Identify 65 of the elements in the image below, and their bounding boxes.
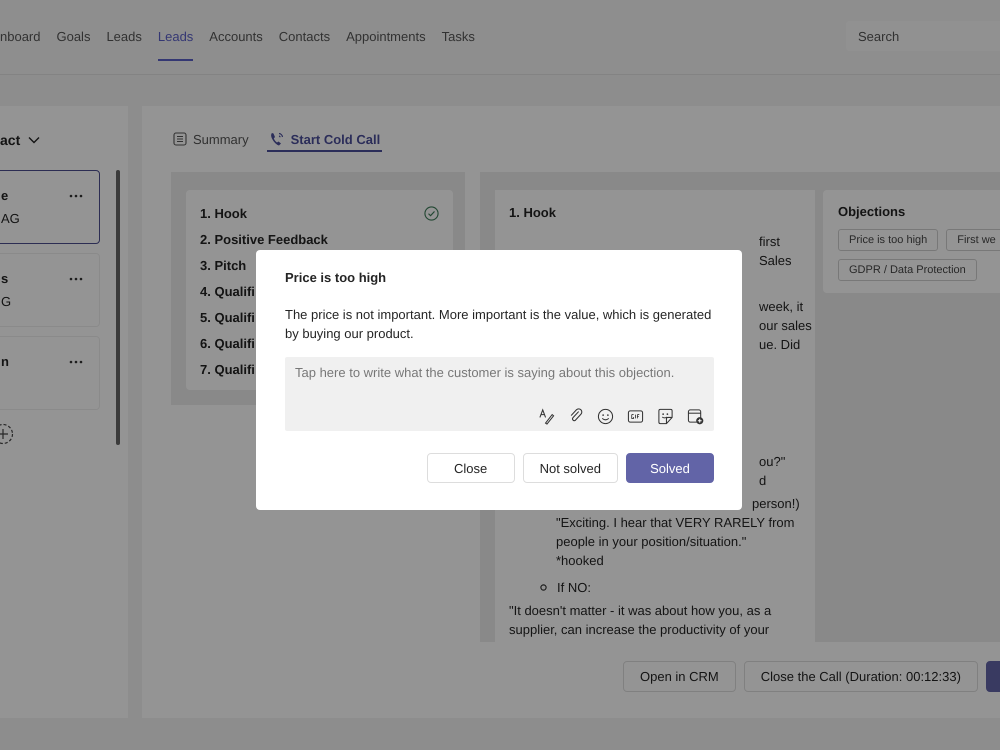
script-text: ue. Did (759, 337, 800, 352)
footer-button[interactable]: Open in CRM (623, 661, 736, 692)
view-tab[interactable]: Start Cold Call (266, 128, 382, 152)
lead-card[interactable]: e AG (0, 170, 100, 244)
step-item[interactable]: 1. Hook (200, 206, 247, 220)
objection-chip[interactable]: GDPR / Data Protection (838, 259, 977, 281)
dialog-button[interactable]: Not solved (522, 453, 618, 483)
lead-company: AG (1, 211, 20, 226)
script-text: d (759, 473, 766, 488)
script-text: week, it (759, 299, 804, 314)
step-item[interactable]: 4. Qualifi (200, 284, 255, 298)
nav-tab[interactable]: Goals (56, 0, 90, 61)
chevron-down-icon[interactable] (28, 136, 40, 144)
lead-card[interactable]: n (0, 336, 100, 410)
lead-name: e (1, 188, 10, 203)
view-tab[interactable]: Summary (171, 128, 251, 152)
objection-chip[interactable]: Price is too high (838, 229, 938, 251)
footer-button[interactable]: Close the Call (Duration: 00:12:33) (744, 661, 978, 692)
note-field[interactable]: Tap here to write what the customer is saying about this objection. (285, 357, 714, 431)
dialog-button[interactable]: Solved (626, 453, 714, 483)
nav-tab[interactable]: nboard (0, 0, 40, 61)
document-icon (173, 132, 187, 146)
step-item[interactable]: 2. Positive Feedback (200, 232, 328, 246)
script-text: If NO: (557, 579, 591, 597)
bullet-icon (540, 584, 547, 591)
attach-icon[interactable] (568, 408, 584, 424)
nav-tab[interactable]: Leads (158, 0, 194, 61)
nav-tab[interactable]: Appointments (346, 0, 426, 61)
objection-chip[interactable]: First we (946, 229, 1000, 251)
lead-card[interactable]: s G (0, 253, 100, 327)
nav-tab[interactable]: Accounts (209, 0, 263, 61)
lead-name: n (1, 354, 9, 369)
nav-tab[interactable]: Tasks (442, 0, 475, 61)
script-title: 1. Hook (509, 204, 557, 222)
filter-label[interactable]: act (0, 132, 20, 148)
format-icon[interactable] (538, 408, 555, 425)
more-icon[interactable] (69, 360, 83, 364)
gif-icon[interactable] (627, 408, 644, 425)
schedule-icon[interactable] (687, 408, 704, 425)
dialog-button[interactable]: Close (426, 453, 515, 483)
lead-name: s (1, 271, 10, 286)
script-text: Sales (759, 253, 792, 268)
script-text: ou?" (759, 454, 786, 469)
scrollbar[interactable] (116, 170, 120, 445)
step-item[interactable]: 7. Qualifi (200, 362, 255, 376)
phone-icon (268, 131, 285, 147)
more-icon[interactable] (69, 194, 83, 198)
script-text: person!) (752, 496, 800, 511)
nav-tab[interactable]: Contacts (278, 0, 330, 61)
objections-title: Objections (838, 204, 906, 219)
script-text: "It doesn't matter - it was about how you, as a supplier, can increase the productivity of your (509, 602, 772, 639)
step-item[interactable]: 5. Qualifi (200, 310, 255, 324)
step-item[interactable]: 3. Pitch (200, 258, 246, 272)
lead-company: G (1, 294, 12, 309)
script-text: first (759, 234, 780, 249)
step-item[interactable]: 6. Qualifi (200, 336, 255, 350)
nav-tab[interactable]: Leads (106, 0, 142, 61)
script-text: our sales (759, 318, 812, 333)
sticker-icon[interactable] (657, 408, 674, 425)
dialog-title: Price is too high (285, 270, 388, 285)
script-text: "Exciting. I hear that VERY RARELY from people in your position/situation." *hooked (556, 514, 796, 570)
note-input[interactable]: Tap here to write what the customer is saying about this objection. (295, 357, 704, 408)
more-icon[interactable] (69, 277, 83, 281)
dialog-text: The price is not important. More important is the value, which is generated by buying our product. (285, 306, 712, 343)
emoji-icon[interactable] (597, 408, 614, 425)
